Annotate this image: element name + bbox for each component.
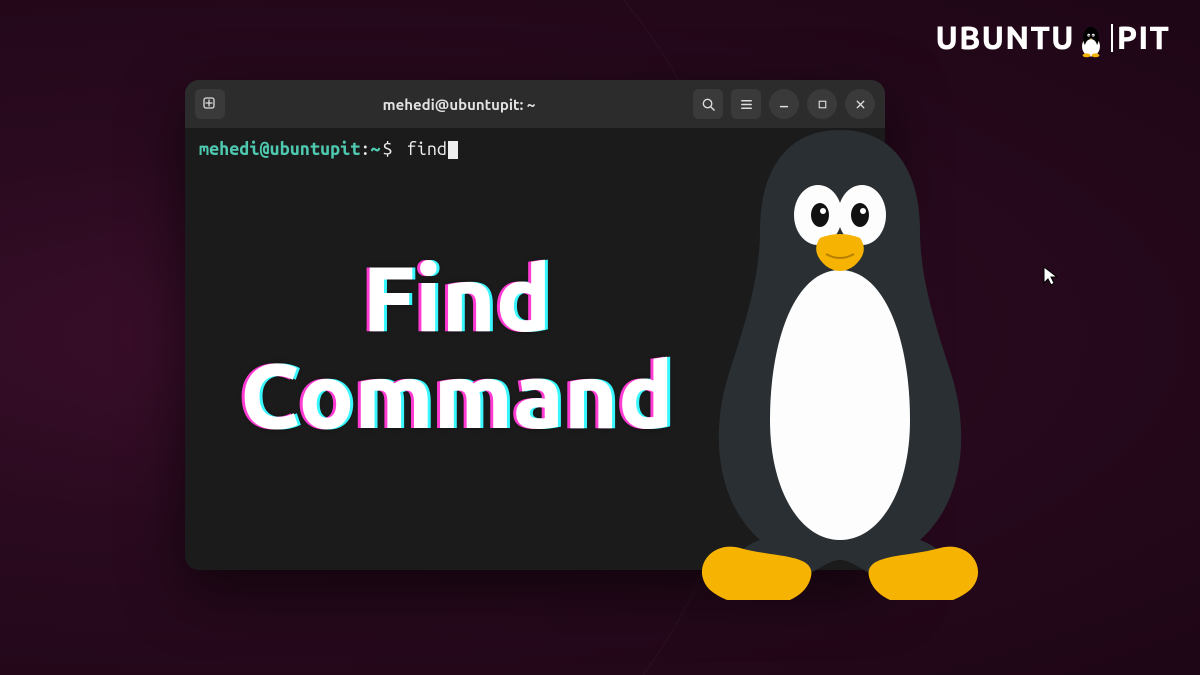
search-icon [701,97,716,112]
prompt-path: ~ [370,139,380,159]
hamburger-menu-button[interactable] [731,89,761,119]
maximize-icon [816,98,829,111]
search-button[interactable] [693,89,723,119]
prompt-user-host: mehedi@ubuntupit [199,139,360,159]
minimize-icon [777,97,791,111]
tux-penguin-icon [670,120,1010,600]
brand-text-left: UBUNTU [935,20,1074,56]
close-button[interactable] [845,89,875,119]
brand-logo: UBUNTU PIT [935,20,1170,56]
new-tab-button[interactable] [195,89,225,119]
mouse-cursor-icon [1042,265,1060,291]
headline-overlay: Find Command [240,250,674,443]
headline-line-1: Find [240,250,674,347]
minimize-button[interactable] [769,89,799,119]
hamburger-menu-icon [739,97,754,112]
brand-text-right: PIT [1117,20,1170,56]
text-cursor [448,141,458,159]
brand-divider [1111,24,1113,52]
headline-line-2: Command [240,347,674,444]
new-tab-icon [202,96,218,112]
close-icon [854,98,867,111]
tux-mini-icon [1077,24,1105,52]
prompt-separator: : [360,139,370,159]
maximize-button[interactable] [807,89,837,119]
prompt-symbol: $ [382,139,392,159]
terminal-title: mehedi@ubuntupit: ~ [233,96,685,113]
prompt-command: find [407,139,447,159]
